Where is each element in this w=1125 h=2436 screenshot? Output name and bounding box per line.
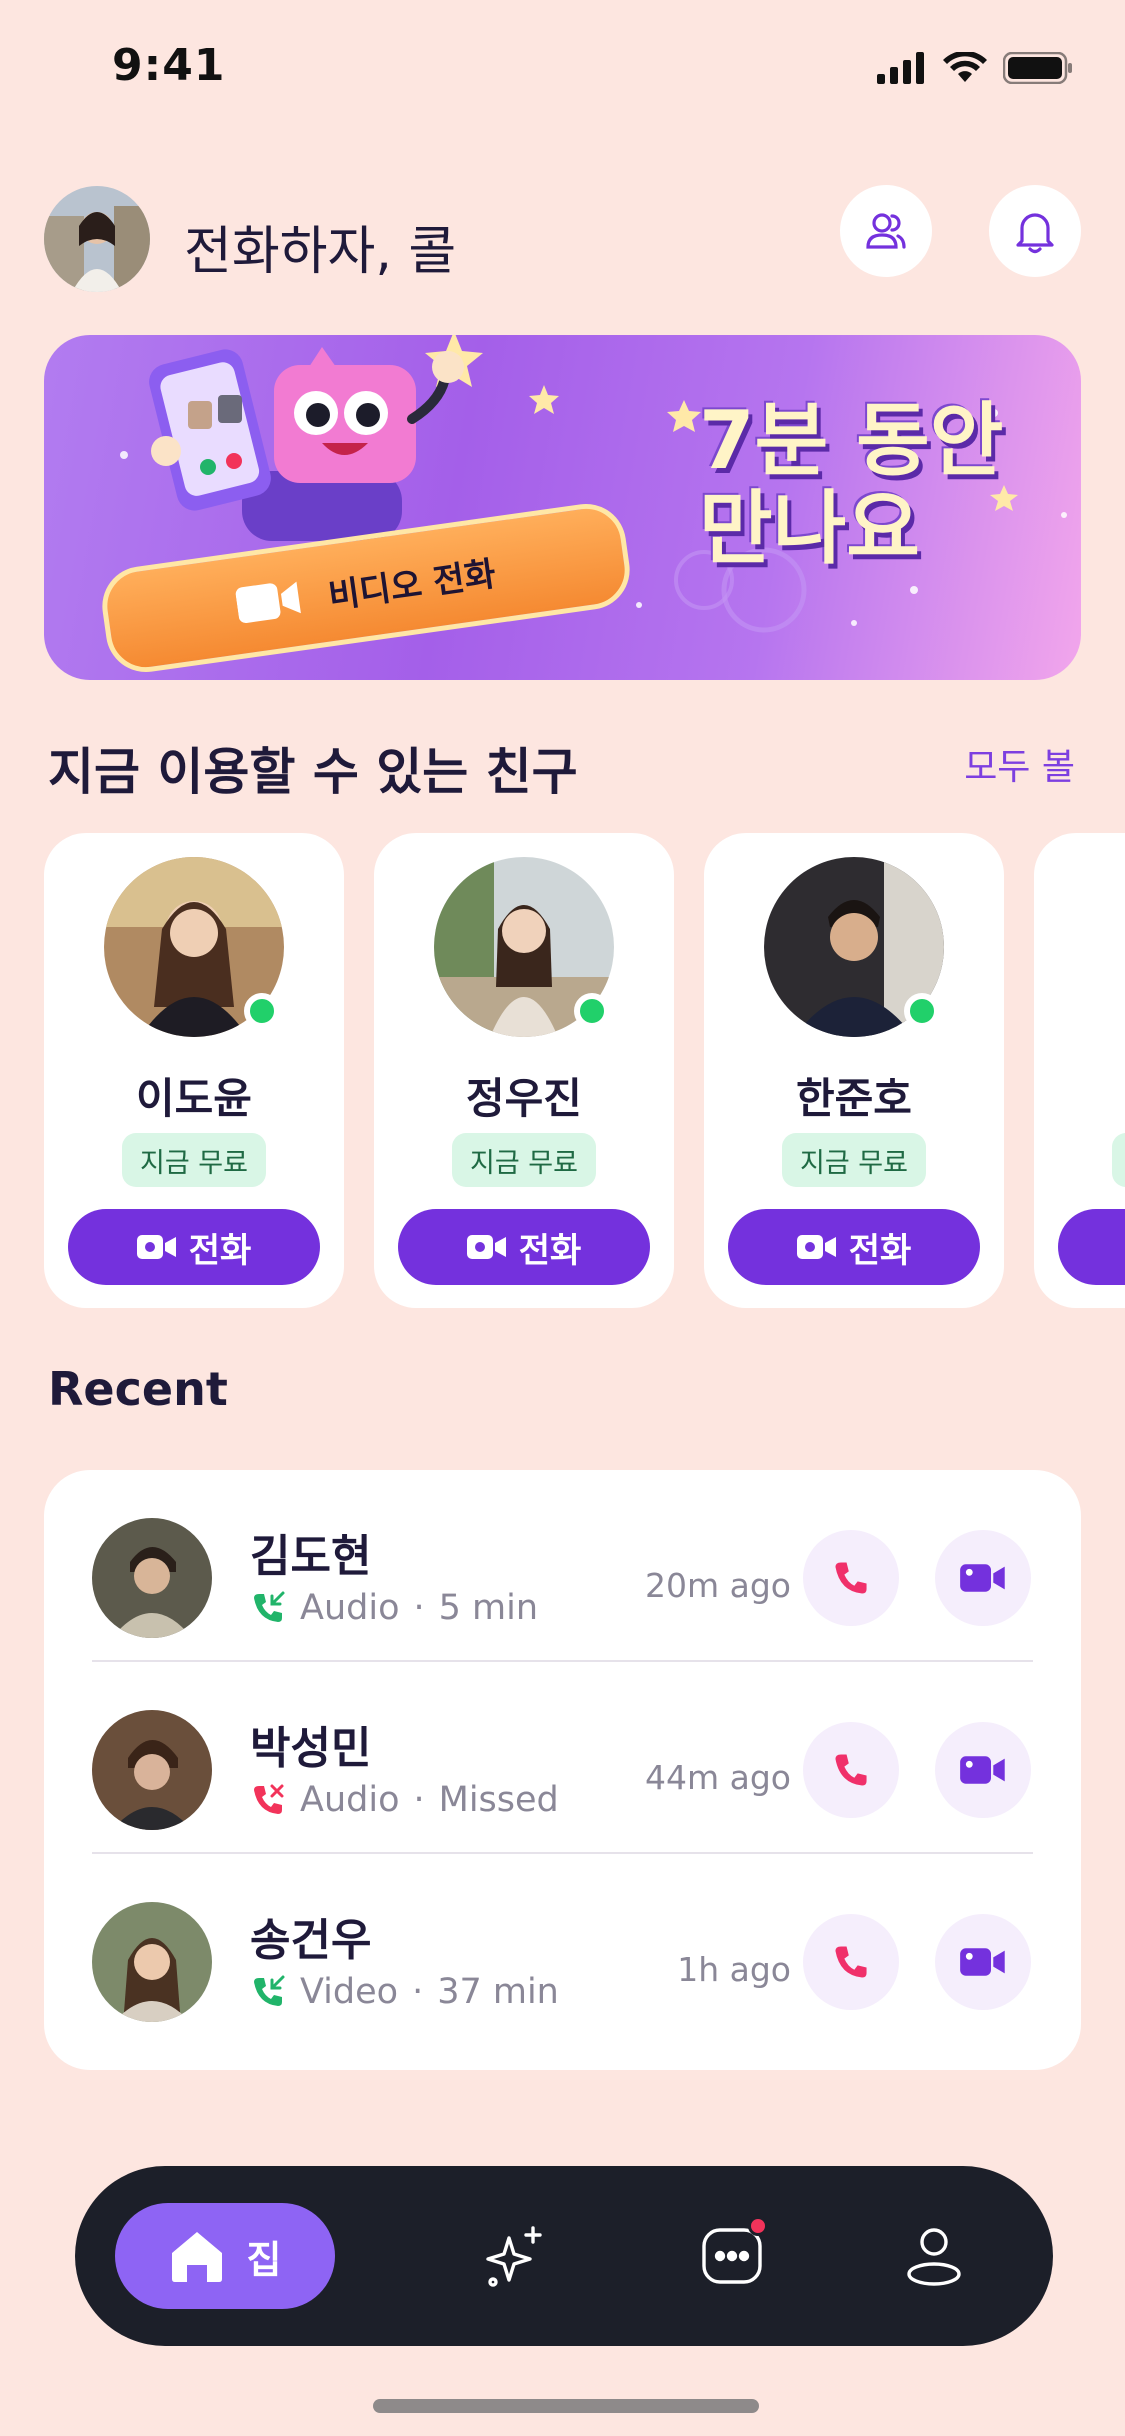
friend-name: 한준호 [796,1074,912,1123]
recent-title: Recent [48,1362,228,1416]
available-friends-title: 지금 이용할 수 있는 친구 [48,743,578,801]
friend-card[interactable]: 정우진 지금 무료 전화 [374,833,674,1308]
video-call-cta-label: 비디오 전화 [325,553,499,617]
banner-headline-line1: 7분 동안 [699,394,1004,487]
friend-call-label: 전화 [188,1230,252,1271]
video-camera-icon [136,1235,176,1259]
header: 전화하자, 콜 [44,185,1081,295]
bottom-tab-bar: 집 [75,2166,1053,2346]
audio-call-button[interactable] [803,1722,899,1818]
see-all-link[interactable]: 모두 볼 [964,738,1075,790]
home-icon [171,2232,222,2282]
banner-headline: 7분 동안 만나요 [699,397,1003,573]
incoming-call-icon [254,1975,285,2006]
video-call-button[interactable] [935,1530,1031,1626]
free-now-badge: 지금 무료 [782,1133,926,1187]
recent-contact-name: 송건우 [250,1915,372,1966]
incoming-call-icon [254,1591,285,1622]
recent-call-meta: Audio · Missed [250,1780,559,1820]
call-type: Audio [300,1588,400,1628]
friend-call-label: 전화 [848,1230,912,1271]
free-now-badge-partial [1112,1133,1125,1187]
phone-icon [835,1754,867,1786]
tab-home[interactable]: 집 [115,2203,335,2309]
status-icons [877,52,1073,84]
video-camera-icon [960,1948,1005,1976]
promo-banner[interactable]: 비디오 전화 7분 동안 만나요 [44,335,1081,680]
recent-call-meta: Video · 37 min [250,1972,559,2012]
profile-avatar[interactable] [44,186,150,292]
meta-separator: · [412,1972,424,2012]
online-status-dot [904,993,940,1029]
recent-avatar [92,1518,212,1638]
phone-icon [835,1946,867,1978]
status-bar: 9:41 [0,0,1125,135]
app-title: 전화하자, 콜 [184,222,457,282]
recent-call-row[interactable]: 김도현 Audio · 5 min 20m ago [44,1470,1081,1662]
online-status-dot [574,993,610,1029]
audio-call-button[interactable] [803,1914,899,2010]
video-camera-icon [796,1235,836,1259]
friends-button[interactable] [840,185,932,277]
recent-calls-list: 김도현 Audio · 5 min 20m ago 박성민 Audio · Mi… [44,1470,1081,2070]
user-icon [907,2228,961,2286]
free-now-badge: 지금 무료 [452,1133,596,1187]
friend-call-button-partial[interactable] [1058,1209,1125,1285]
notifications-button[interactable] [989,185,1081,277]
call-detail: 5 min [438,1588,539,1628]
tab-discover[interactable] [475,2216,555,2296]
meta-separator: · [413,1780,425,1820]
battery-icon [1003,52,1072,84]
call-type: Audio [300,1780,400,1820]
friend-card[interactable]: 이도윤 지금 무료 전화 [44,833,344,1308]
tab-messages[interactable] [692,2216,772,2296]
wifi-icon [943,52,987,82]
status-time: 9:41 [112,40,226,91]
home-indicator [373,2399,759,2413]
recent-contact-name: 박성민 [250,1723,372,1774]
sparkles-icon [486,2226,542,2287]
missed-call-icon [254,1784,284,1814]
video-call-button[interactable] [935,1722,1031,1818]
tab-home-label: 집 [246,2237,282,2282]
video-call-button[interactable] [935,1914,1031,2010]
call-detail: Missed [438,1780,559,1820]
video-camera-icon [960,1756,1005,1784]
friends-carousel[interactable]: 이도윤 지금 무료 전화 정우진 지금 무료 전화 한준호 지금 무료 전화 [44,833,1125,1308]
friend-card-partial[interactable] [1034,833,1125,1308]
friend-call-label: 전화 [518,1230,582,1271]
friend-call-button[interactable]: 전화 [398,1209,650,1285]
free-now-badge: 지금 무료 [122,1133,266,1187]
friend-name: 이도윤 [136,1074,252,1123]
bell-icon [1016,213,1054,254]
recent-contact-name: 김도현 [250,1531,372,1582]
recent-call-row[interactable]: 박성민 Audio · Missed 44m ago [44,1662,1081,1854]
recent-avatar [92,1902,212,2022]
users-icon [866,213,906,249]
meta-separator: · [413,1588,425,1628]
recent-call-time: 20m ago [645,1566,791,1605]
audio-call-button[interactable] [803,1530,899,1626]
mascot-illustration [149,347,464,541]
recent-call-meta: Audio · 5 min [250,1588,538,1628]
recent-call-time: 44m ago [645,1758,791,1797]
friend-card[interactable]: 한준호 지금 무료 전화 [704,833,1004,1308]
notification-dot [748,2216,768,2236]
call-detail: 37 min [437,1972,559,2012]
banner-headline-line2: 만나요 [699,482,920,575]
video-camera-icon [960,1564,1005,1592]
cellular-signal-icon [877,52,924,84]
recent-avatar [92,1710,212,1830]
friend-call-button[interactable]: 전화 [728,1209,980,1285]
video-camera-icon [466,1235,506,1259]
friend-call-button[interactable]: 전화 [68,1209,320,1285]
recent-call-row[interactable]: 송건우 Video · 37 min 1h ago [44,1854,1081,2046]
online-status-dot [244,993,280,1029]
tab-profile[interactable] [894,2216,974,2296]
call-type: Video [300,1972,399,2012]
friend-name: 정우진 [466,1074,582,1123]
video-camera-icon [235,581,301,624]
recent-call-time: 1h ago [677,1950,791,1989]
phone-icon [835,1562,867,1594]
